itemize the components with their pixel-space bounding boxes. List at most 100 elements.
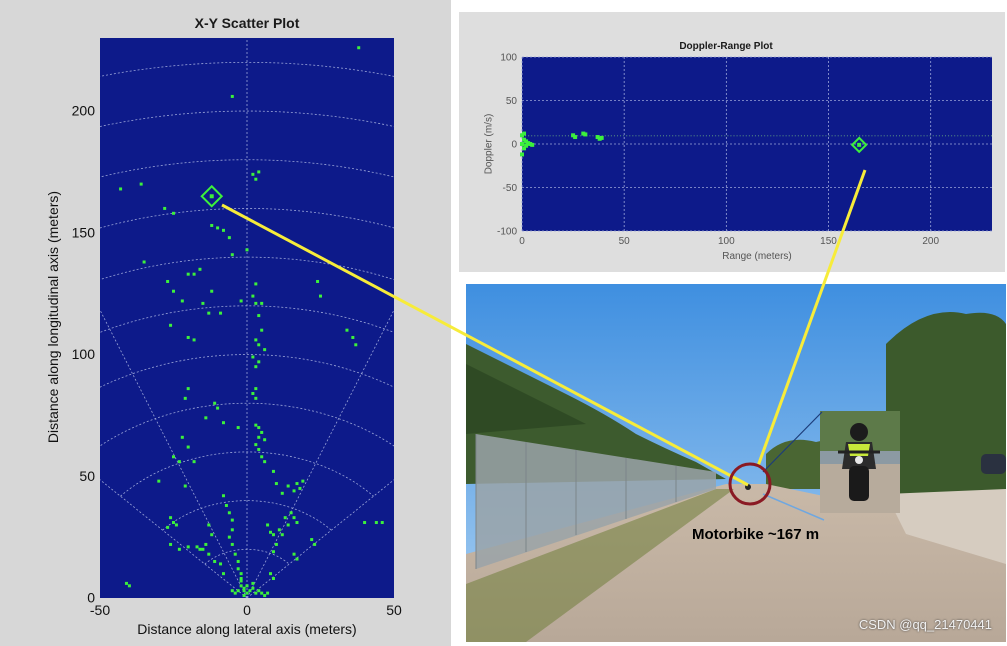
data-point bbox=[883, 135, 885, 137]
data-point bbox=[221, 421, 225, 425]
data-point bbox=[895, 135, 897, 137]
data-point bbox=[239, 577, 243, 581]
data-point bbox=[859, 135, 861, 137]
data-point bbox=[227, 511, 231, 515]
data-point bbox=[650, 135, 652, 137]
data-point bbox=[310, 538, 314, 542]
data-point bbox=[520, 142, 524, 146]
data-point bbox=[280, 533, 284, 537]
data-point bbox=[892, 135, 894, 137]
data-point bbox=[948, 135, 950, 137]
data-point bbox=[254, 591, 258, 595]
data-point bbox=[785, 135, 787, 137]
data-point bbox=[699, 135, 701, 137]
data-point bbox=[127, 584, 131, 588]
data-point bbox=[274, 542, 278, 546]
data-point bbox=[230, 518, 234, 522]
data-point bbox=[520, 152, 524, 157]
xy-scatter-chart: -50 0 50050100150200 bbox=[72, 38, 402, 618]
data-point bbox=[954, 135, 956, 137]
data-point bbox=[684, 135, 686, 137]
data-point bbox=[254, 282, 258, 286]
data-point bbox=[198, 267, 202, 271]
data-point bbox=[794, 135, 796, 137]
data-point bbox=[865, 135, 867, 137]
data-point bbox=[239, 584, 243, 588]
data-point bbox=[230, 253, 234, 257]
data-point bbox=[549, 135, 551, 137]
data-point bbox=[295, 482, 299, 486]
data-point bbox=[920, 135, 922, 137]
data-point bbox=[797, 135, 799, 137]
data-point bbox=[647, 135, 649, 137]
data-point bbox=[767, 135, 769, 137]
data-point bbox=[221, 494, 225, 498]
data-point bbox=[923, 135, 925, 137]
y-tick-label: 0 bbox=[87, 590, 95, 606]
data-point bbox=[177, 547, 181, 551]
data-point bbox=[782, 135, 784, 137]
data-point bbox=[813, 135, 815, 137]
data-point bbox=[169, 323, 173, 327]
data-point bbox=[531, 135, 533, 137]
data-point bbox=[139, 182, 143, 186]
data-point bbox=[877, 135, 879, 137]
x-tick-label: 0 bbox=[243, 602, 251, 618]
data-point bbox=[254, 443, 258, 447]
data-point bbox=[254, 365, 258, 369]
data-point bbox=[764, 135, 766, 137]
data-point bbox=[266, 523, 270, 527]
data-point bbox=[236, 589, 240, 593]
data-point bbox=[577, 135, 579, 137]
data-point bbox=[889, 135, 891, 137]
data-point bbox=[874, 135, 876, 137]
data-point bbox=[210, 223, 214, 227]
data-point bbox=[966, 135, 968, 137]
data-point bbox=[819, 135, 821, 137]
data-point bbox=[216, 226, 220, 230]
data-point bbox=[198, 547, 202, 551]
data-point bbox=[295, 557, 299, 561]
data-point bbox=[599, 135, 604, 140]
data-point bbox=[204, 542, 208, 546]
y-tick-label: 200 bbox=[72, 103, 96, 119]
data-point bbox=[301, 479, 305, 483]
data-point bbox=[257, 314, 261, 318]
doppler-range-chart: 0 50 100 150 200 -100 -50 0 50 100 bbox=[497, 52, 992, 247]
data-point bbox=[659, 135, 661, 137]
x-tick-label: 200 bbox=[922, 236, 939, 247]
data-point bbox=[119, 187, 123, 191]
data-point bbox=[739, 135, 741, 137]
data-point bbox=[908, 135, 910, 137]
data-point bbox=[730, 135, 732, 137]
data-point bbox=[758, 135, 760, 137]
data-point bbox=[843, 135, 845, 137]
data-point bbox=[351, 335, 355, 339]
data-point bbox=[804, 135, 805, 137]
data-point bbox=[530, 142, 535, 147]
data-point bbox=[298, 486, 302, 490]
data-point bbox=[357, 46, 361, 50]
data-point bbox=[230, 94, 234, 98]
data-point bbox=[715, 135, 717, 137]
data-point bbox=[773, 135, 775, 137]
data-point bbox=[543, 135, 545, 137]
data-point bbox=[292, 489, 296, 493]
data-point bbox=[254, 423, 258, 427]
motorbike-inset-photo bbox=[820, 411, 900, 513]
data-point bbox=[260, 455, 264, 459]
data-point bbox=[186, 445, 190, 449]
data-point bbox=[257, 360, 261, 364]
data-point bbox=[696, 135, 698, 137]
data-point bbox=[935, 135, 937, 137]
plot-area bbox=[522, 57, 992, 231]
data-point bbox=[837, 135, 839, 137]
data-point bbox=[623, 135, 625, 137]
data-point bbox=[641, 135, 643, 137]
data-point bbox=[669, 135, 671, 137]
data-point bbox=[708, 135, 710, 137]
data-point bbox=[981, 135, 983, 137]
data-point bbox=[207, 523, 211, 527]
x-tick-label: 0 bbox=[519, 236, 525, 247]
data-point bbox=[558, 135, 560, 137]
